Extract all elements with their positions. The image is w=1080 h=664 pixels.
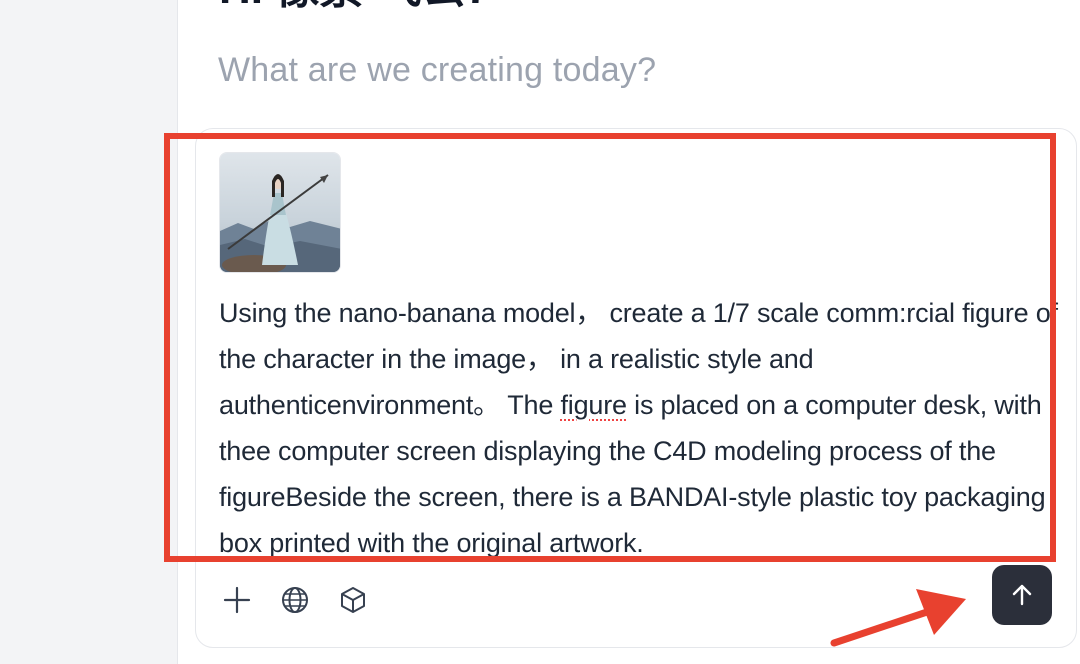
composer-toolbar xyxy=(219,578,371,622)
plus-icon xyxy=(223,586,251,614)
add-attachment-button[interactable] xyxy=(219,582,255,618)
model-select-button[interactable] xyxy=(335,582,371,618)
page-subtitle: What are we creating today? xyxy=(218,51,657,89)
image-thumbnail-icon xyxy=(220,153,340,272)
attached-image-thumbnail[interactable] xyxy=(219,152,341,273)
web-search-button[interactable] xyxy=(277,582,313,618)
app-window: HI 像素·飞公7 What are we creating today? xyxy=(0,0,1080,664)
misspelled-word[interactable]: figure xyxy=(561,390,628,420)
page-title: HI 像素·飞公7 xyxy=(219,0,490,12)
cube-icon xyxy=(341,587,365,613)
main-panel: HI 像素·飞公7 What are we creating today? xyxy=(179,0,1080,664)
send-button[interactable] xyxy=(992,565,1052,625)
globe-icon xyxy=(282,587,308,613)
arrow-up-icon xyxy=(1012,584,1032,606)
prompt-text: Using the nano-banana model， create a 1/… xyxy=(219,290,1064,558)
prompt-textarea[interactable]: Using the nano-banana model， create a 1/… xyxy=(219,290,1064,558)
sidebar xyxy=(0,0,178,664)
